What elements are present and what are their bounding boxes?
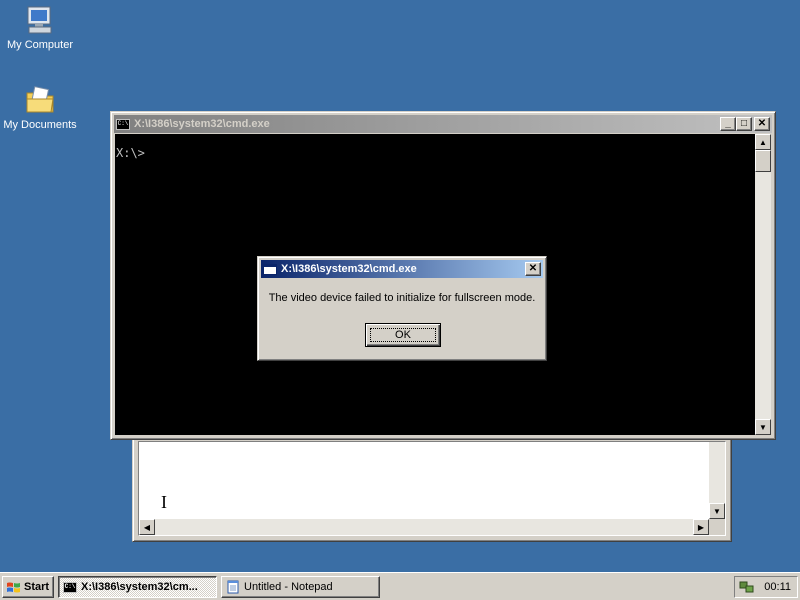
- size-grip[interactable]: [709, 519, 725, 535]
- notepad-text-area[interactable]: I ▼ ◀ ▶: [138, 441, 726, 536]
- cmd-window-title: X:\I386\system32\cmd.exe: [134, 118, 270, 130]
- dialog-message: The video device failed to initialize fo…: [268, 292, 536, 304]
- ok-button-label: OK: [370, 328, 436, 342]
- desktop-icon-my-documents[interactable]: My Documents: [2, 84, 78, 131]
- system-tray: 00:11: [734, 576, 798, 598]
- error-dialog[interactable]: X:\I386\system32\cmd.exe ✕ The video dev…: [257, 256, 547, 361]
- taskbar-button-label: X:\I386\system32\cm...: [81, 581, 198, 593]
- vertical-scrollbar[interactable]: ▲ ▼: [755, 134, 771, 435]
- ok-button[interactable]: OK: [365, 323, 441, 347]
- my-documents-icon: [24, 84, 56, 116]
- desktop-icon-label: My Documents: [3, 119, 77, 131]
- minimize-button[interactable]: _: [720, 117, 736, 131]
- scroll-down-button[interactable]: ▼: [755, 419, 771, 435]
- desktop-icon-label: My Computer: [6, 39, 74, 51]
- start-label: Start: [24, 581, 50, 593]
- windows-logo-icon: [6, 581, 21, 594]
- taskbar-button-label: Untitled - Notepad: [244, 581, 333, 593]
- scroll-left-button[interactable]: ◀: [139, 519, 155, 535]
- desktop-icon-my-computer[interactable]: My Computer: [2, 4, 78, 51]
- dialog-title-bar[interactable]: X:\I386\system32\cmd.exe ✕: [261, 260, 543, 278]
- taskbar: Start C:\ X:\I386\system32\cm... Untitle…: [0, 572, 800, 600]
- my-computer-icon: [24, 4, 56, 36]
- maximize-button[interactable]: □: [736, 117, 752, 131]
- horizontal-scrollbar[interactable]: ◀ ▶: [139, 519, 709, 535]
- network-icon[interactable]: [739, 579, 755, 595]
- window-icon: [263, 263, 277, 275]
- taskbar-button-notepad[interactable]: Untitled - Notepad: [221, 576, 380, 598]
- cmd-icon: C:\: [63, 581, 77, 593]
- close-button[interactable]: ✕: [754, 117, 770, 131]
- vertical-scrollbar[interactable]: ▼: [709, 442, 725, 519]
- scroll-up-button[interactable]: ▲: [755, 134, 771, 150]
- console-prompt: X:\>: [116, 146, 145, 160]
- cmd-icon[interactable]: C:\: [116, 118, 130, 130]
- close-button[interactable]: ✕: [525, 262, 541, 276]
- clock[interactable]: 00:11: [764, 581, 791, 593]
- scrollbar-thumb[interactable]: [755, 150, 771, 172]
- start-button[interactable]: Start: [2, 576, 54, 598]
- scroll-down-button[interactable]: ▼: [709, 503, 725, 519]
- taskbar-button-cmd[interactable]: C:\ X:\I386\system32\cm...: [58, 576, 217, 598]
- text-cursor-icon: I: [161, 492, 167, 512]
- notepad-icon: [226, 580, 240, 594]
- dialog-title: X:\I386\system32\cmd.exe: [281, 263, 417, 275]
- scroll-right-button[interactable]: ▶: [693, 519, 709, 535]
- cmd-title-bar[interactable]: C:\ X:\I386\system32\cmd.exe _ □ ✕: [114, 115, 772, 133]
